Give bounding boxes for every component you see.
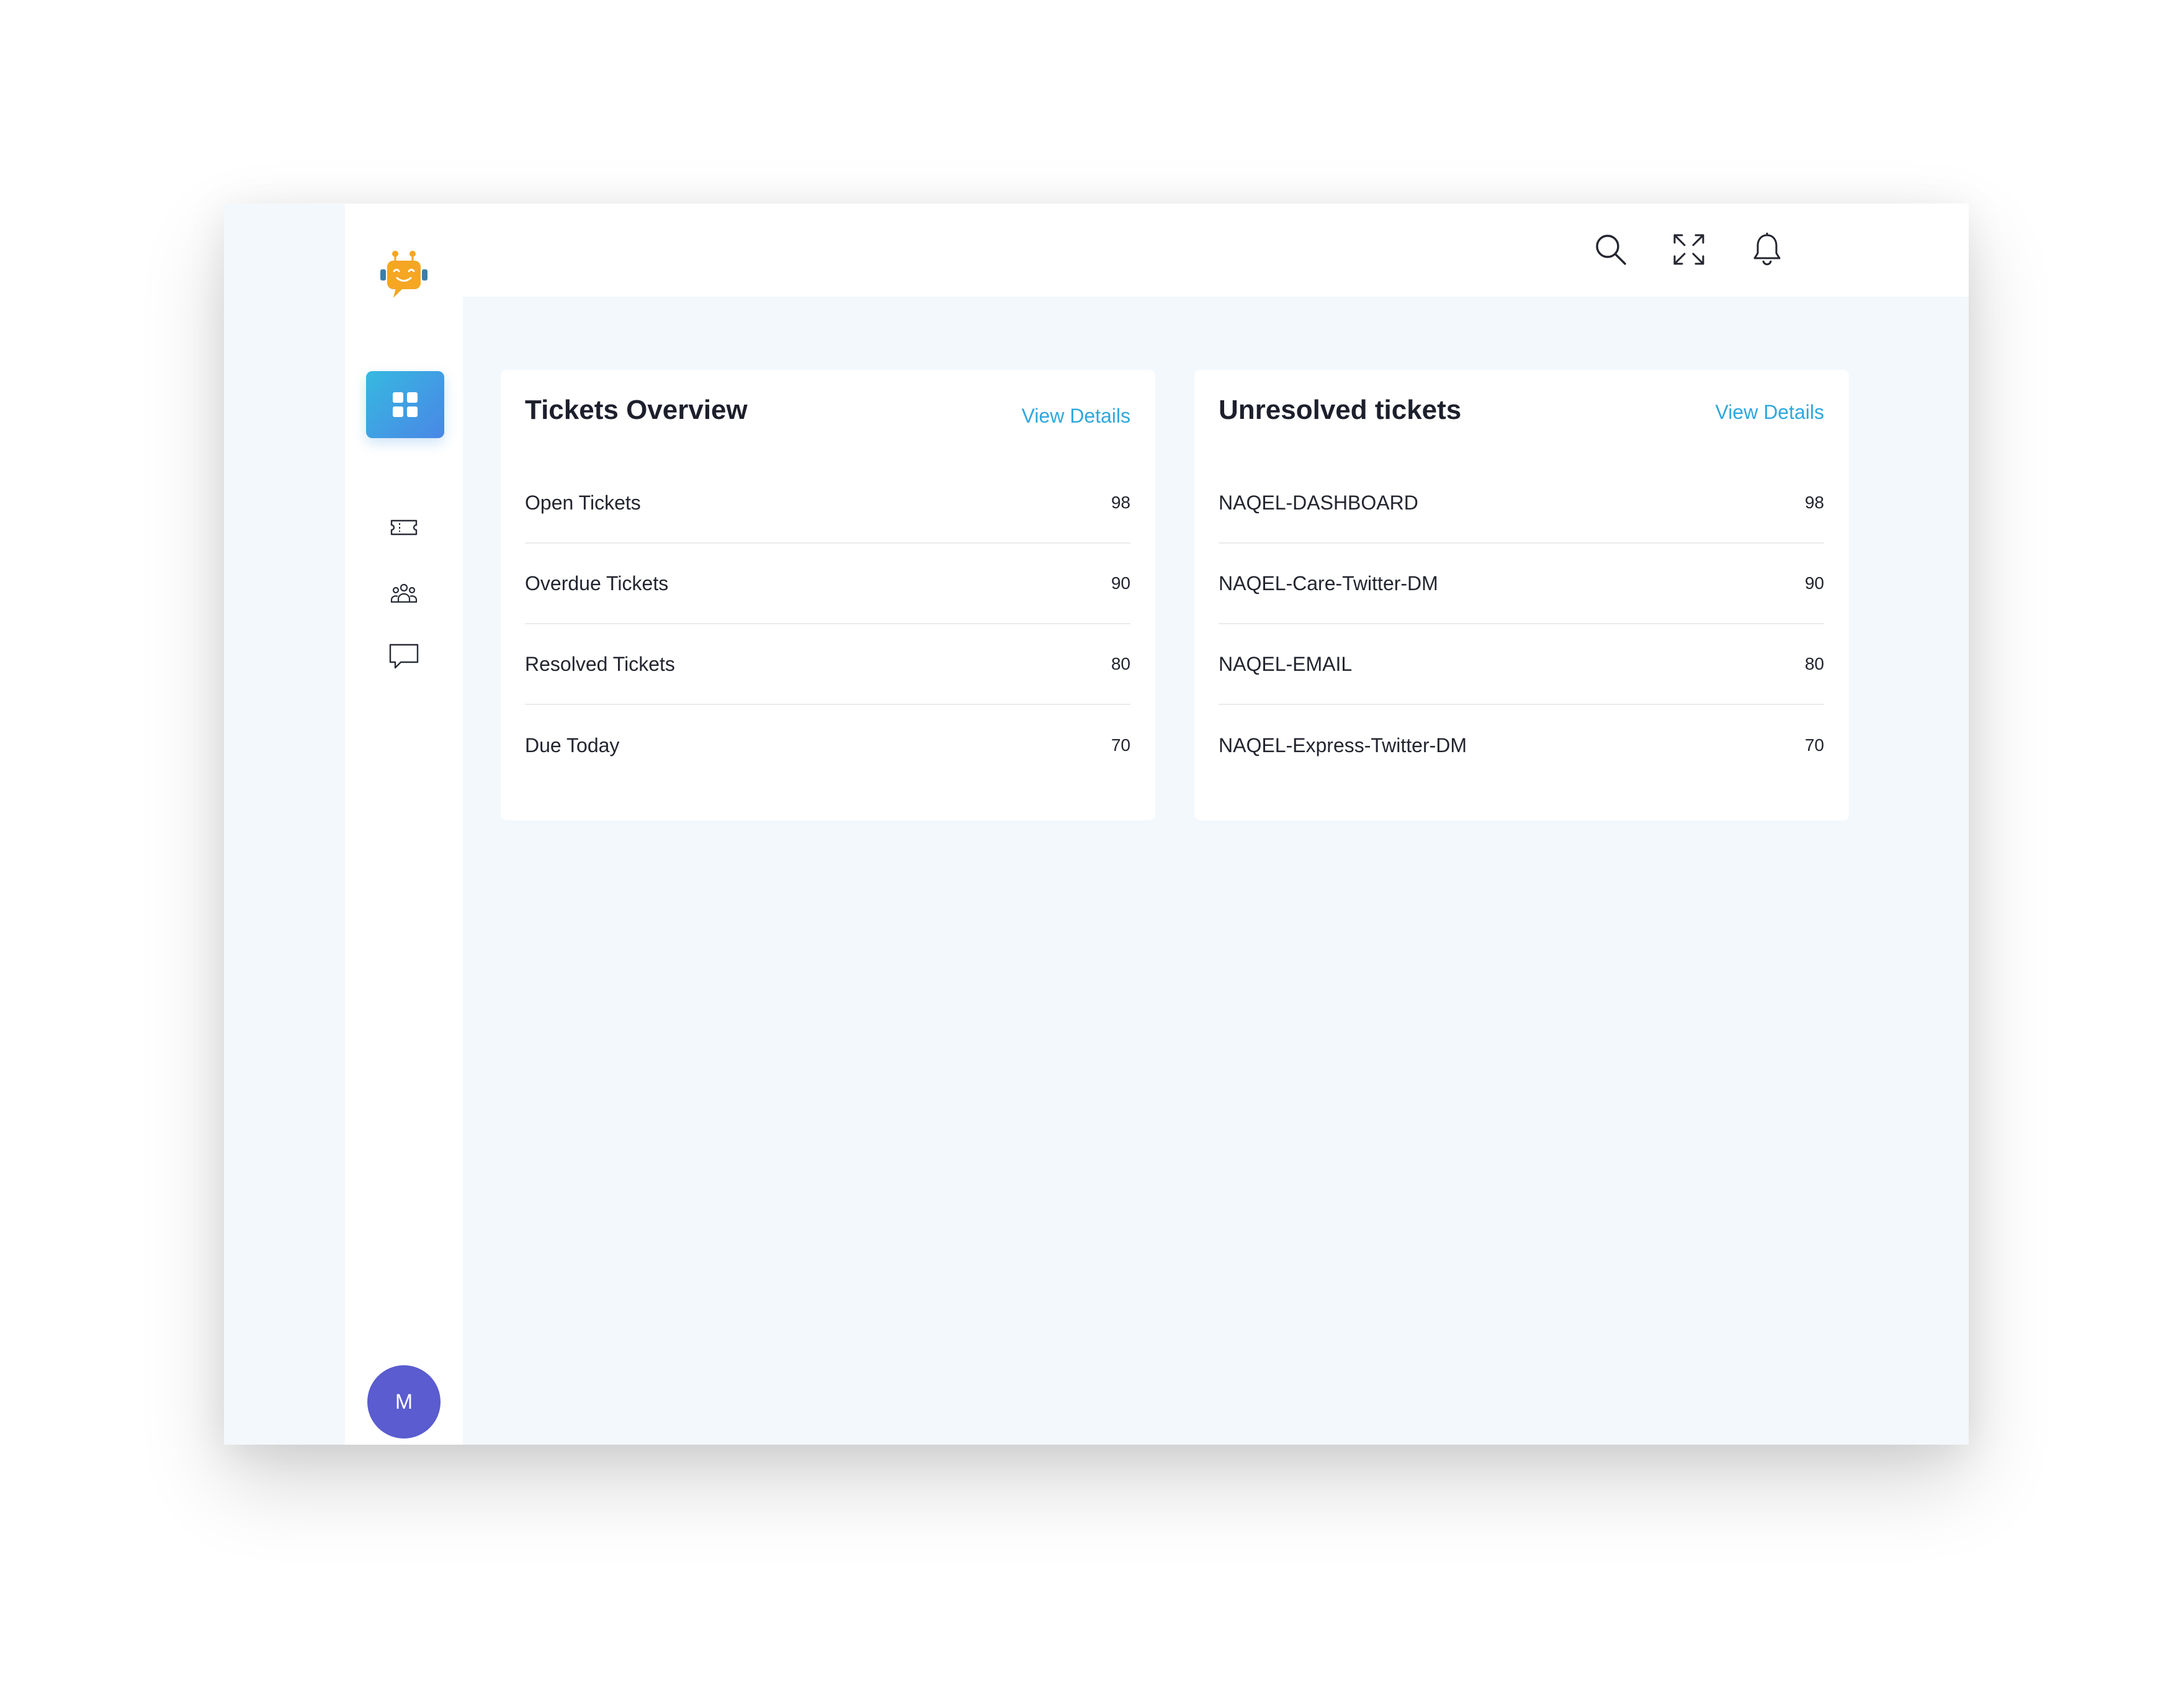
card-title: Unresolved tickets <box>1219 395 1462 425</box>
row-label: NAQEL-Care-Twitter-DM <box>1219 572 1438 595</box>
view-details-link[interactable]: View Details <box>1716 401 1824 424</box>
row-count: 90 <box>1111 573 1130 593</box>
tickets-overview-list: Open Tickets 98 Overdue Tickets 90 Resol… <box>525 463 1130 786</box>
card-title: Tickets Overview <box>525 395 748 425</box>
row-label: NAQEL-Express-Twitter-DM <box>1219 734 1467 756</box>
list-item[interactable]: NAQEL-EMAIL 80 <box>1219 624 1824 705</box>
nav-chat[interactable] <box>388 643 419 670</box>
nav-dashboard[interactable] <box>366 371 444 438</box>
list-item[interactable]: NAQEL-DASHBOARD 98 <box>1219 463 1824 544</box>
row-count: 98 <box>1111 493 1130 512</box>
list-item[interactable]: NAQEL-Express-Twitter-DM 70 <box>1219 705 1824 786</box>
row-count: 98 <box>1804 493 1824 512</box>
row-count: 80 <box>1111 654 1130 673</box>
user-avatar[interactable]: M <box>367 1365 441 1438</box>
notifications-button[interactable] <box>1748 231 1786 268</box>
row-label: NAQEL-EMAIL <box>1219 652 1353 675</box>
row-label: NAQEL-DASHBOARD <box>1219 491 1418 514</box>
nav-tickets[interactable] <box>388 514 419 541</box>
search-icon <box>1596 235 1626 265</box>
row-count: 90 <box>1804 573 1824 593</box>
users-group-icon <box>390 583 418 603</box>
row-label: Overdue Tickets <box>525 572 669 595</box>
row-label: Open Tickets <box>525 491 641 514</box>
row-count: 80 <box>1804 654 1824 673</box>
row-label: Resolved Tickets <box>525 652 675 675</box>
sidebar: M <box>345 204 463 1445</box>
unresolved-tickets-list: NAQEL-DASHBOARD 98 NAQEL-Care-Twitter-DM… <box>1219 463 1824 786</box>
row-label: Due Today <box>525 734 620 756</box>
search-button[interactable] <box>1592 231 1629 268</box>
list-item[interactable]: NAQEL-Care-Twitter-DM 90 <box>1219 544 1824 624</box>
bell-icon <box>1753 233 1781 266</box>
list-item[interactable]: Overdue Tickets 90 <box>525 544 1130 624</box>
row-count: 70 <box>1111 735 1130 755</box>
ticket-icon <box>390 519 418 536</box>
nav-users[interactable] <box>388 580 419 607</box>
fullscreen-icon <box>1673 234 1704 265</box>
row-count: 70 <box>1804 735 1824 755</box>
list-item[interactable]: Due Today 70 <box>525 705 1130 786</box>
unresolved-tickets-card: Unresolved tickets View Details NAQEL-DA… <box>1194 370 1849 820</box>
list-item[interactable]: Open Tickets 98 <box>525 463 1130 544</box>
robot-logo-icon[interactable] <box>375 247 433 305</box>
dashboard-grid-icon <box>393 392 418 417</box>
app-window: M Tickets Overview View Details Open Tic… <box>224 204 1969 1445</box>
view-details-link[interactable]: View Details <box>1022 405 1130 428</box>
fullscreen-button[interactable] <box>1670 231 1707 268</box>
list-item[interactable]: Resolved Tickets 80 <box>525 624 1130 705</box>
header-bar <box>463 204 1969 297</box>
tickets-overview-card: Tickets Overview View Details Open Ticke… <box>501 370 1155 820</box>
chat-icon <box>389 644 419 669</box>
